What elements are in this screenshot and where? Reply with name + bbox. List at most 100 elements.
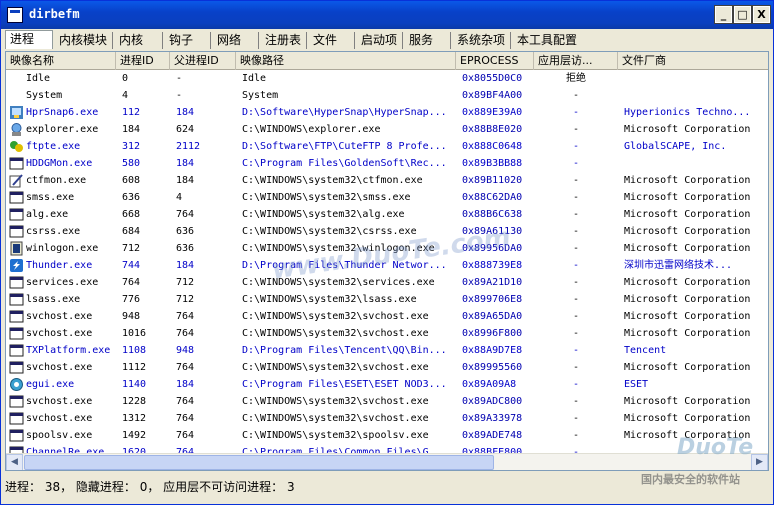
table-row[interactable]: lsass.exe 776 712 C:\WINDOWS\system32\lsass… — [6, 291, 768, 308]
tab-services[interactable]: 服务 — [405, 32, 451, 49]
table-row[interactable]: ctfmon.exe 608 184 C:\WINDOWS\system32\ctfm… — [6, 172, 768, 189]
close-button[interactable]: X — [752, 5, 771, 24]
cell-access: - — [572, 243, 580, 254]
tab-registry[interactable]: 注册表 — [261, 32, 307, 49]
scroll-thumb[interactable] — [24, 455, 494, 470]
table-row[interactable]: alg.exe 668 764 C:\WINDOWS\system32\alg.exe… — [6, 206, 768, 223]
cell-vendor: Microsoft Corporation — [624, 362, 751, 373]
cell-path: C:\Program Files\GoldenSoft\Rec... — [242, 158, 447, 169]
cell-vendor — [622, 70, 768, 87]
none-icon — [9, 88, 24, 103]
cell-access: - — [572, 141, 580, 152]
cell-access: - — [572, 413, 580, 424]
table-row[interactable]: csrss.exe 684 636 C:\WINDOWS\system32\csrss… — [6, 223, 768, 240]
cell-eprocess: 0x89ADC800 — [462, 396, 523, 407]
window-icon — [9, 156, 24, 171]
tab-kernel[interactable]: 内核 — [115, 32, 163, 49]
cell-path: C:\WINDOWS\system32\spoolsv.exe — [242, 430, 429, 441]
table-row[interactable]: svchost.exe 948 764 C:\WINDOWS\system32\svc… — [6, 308, 768, 325]
cell-name: ftpte.exe — [26, 141, 81, 152]
scroll-right-icon[interactable]: ▶ — [751, 454, 768, 470]
table-row[interactable]: TXPlatform.exe 1108 948 D:\Program Files\Te… — [6, 342, 768, 359]
cell-name: egui.exe — [26, 379, 75, 390]
tab-network[interactable]: 网络 — [213, 32, 259, 49]
window-title: dirbefm — [29, 7, 80, 21]
cell-vendor: Microsoft Corporation — [624, 192, 751, 203]
window-icon — [9, 394, 24, 409]
table-row[interactable]: ftpte.exe 312 2112 D:\Software\FTP\CuteFTP … — [6, 138, 768, 155]
cell-path: C:\WINDOWS\system32\lsass.exe — [242, 294, 417, 305]
horizontal-scrollbar[interactable]: ◀ ▶ — [6, 453, 768, 470]
cell-ppid: 624 — [176, 124, 195, 135]
table-row[interactable]: System 4 - System 0x89BF4A00 - — [6, 87, 768, 104]
cell-pid: 744 — [122, 260, 141, 271]
table-row[interactable]: smss.exe 636 4 C:\WINDOWS\system32\smss.exe… — [6, 189, 768, 206]
cell-ppid: 764 — [176, 209, 195, 220]
cell-ppid: 4 — [176, 192, 183, 203]
table-row[interactable]: svchost.exe 1112 764 C:\WINDOWS\system32\sv… — [6, 359, 768, 376]
tab-processes[interactable]: 进程 — [5, 30, 53, 49]
cell-name: HprSnap6.exe — [26, 107, 99, 118]
table-row[interactable]: winlogon.exe 712 636 C:\WINDOWS\system32\wi… — [6, 240, 768, 257]
column-header-ppid[interactable]: 父进程ID — [170, 52, 236, 70]
table-row[interactable]: HprSnap6.exe 112 184 D:\Software\HyperSnap\… — [6, 104, 768, 121]
table-row[interactable]: egui.exe 1140 184 C:\Program Files\ESET\ESE… — [6, 376, 768, 393]
cell-eprocess: 0x899706E8 — [462, 294, 523, 305]
window-icon — [9, 275, 24, 290]
table-row[interactable]: svchost.exe 1312 764 C:\WINDOWS\system32\sv… — [6, 410, 768, 427]
window-icon — [9, 309, 24, 324]
title-bar[interactable]: dirbefm _ □ X — [1, 1, 773, 29]
cell-path: C:\WINDOWS\system32\alg.exe — [242, 209, 405, 220]
column-header-access[interactable]: 应用层访... — [534, 52, 618, 70]
tab-startup[interactable]: 启动项 — [357, 32, 403, 49]
cell-ppid: 636 — [176, 226, 195, 237]
tab-tool-config[interactable]: 本工具配置 — [513, 32, 583, 49]
cell-name: System — [26, 90, 63, 101]
column-header-pid[interactable]: 进程ID — [116, 52, 170, 70]
tab-kernel-modules[interactable]: 内核模块 — [55, 32, 113, 49]
cell-vendor: Hyperionics Techno... — [624, 107, 751, 118]
cell-name: alg.exe — [26, 209, 69, 220]
table-row[interactable]: services.exe 764 712 C:\WINDOWS\system32\se… — [6, 274, 768, 291]
tab-hooks[interactable]: 钩子 — [165, 32, 211, 49]
cuteftp-icon — [9, 139, 24, 154]
tab-system-misc[interactable]: 系统杂项 — [453, 32, 511, 49]
table-row[interactable]: svchost.exe 1016 764 C:\WINDOWS\system32\sv… — [6, 325, 768, 342]
cell-ppid: - — [176, 73, 183, 84]
minimize-button[interactable]: _ — [714, 5, 733, 24]
table-row[interactable]: svchost.exe 1228 764 C:\WINDOWS\system32\sv… — [6, 393, 768, 410]
cell-eprocess: 0x89995560 — [462, 362, 523, 373]
app-icon — [7, 7, 23, 23]
table-header: 映像名称 进程ID 父进程ID 映像路径 EPROCESS 应用层访... 文件… — [6, 52, 768, 70]
cell-name: svchost.exe — [26, 328, 93, 339]
cell-access: - — [572, 277, 580, 288]
column-header-path[interactable]: 映像路径 — [236, 52, 456, 70]
cell-eprocess: 0x889E39A0 — [462, 107, 523, 118]
table-row[interactable]: HDDGMon.exe 580 184 C:\Program Files\Golden… — [6, 155, 768, 172]
cell-path: C:\WINDOWS\system32\winlogon.exe — [242, 243, 435, 254]
cell-ppid: 636 — [176, 243, 195, 254]
tab-files[interactable]: 文件 — [309, 32, 355, 49]
column-header-eprocess[interactable]: EPROCESS — [456, 52, 534, 70]
column-header-name[interactable]: 映像名称 — [6, 52, 116, 70]
cell-access: - — [572, 396, 580, 407]
table-row[interactable]: spoolsv.exe 1492 764 C:\WINDOWS\system32\sp… — [6, 427, 768, 444]
cell-vendor: Microsoft Corporation — [624, 226, 751, 237]
process-table[interactable]: 映像名称 进程ID 父进程ID 映像路径 EPROCESS 应用层访... 文件… — [5, 51, 769, 471]
cell-ppid: 948 — [176, 345, 195, 356]
table-row[interactable]: Thunder.exe 744 184 D:\Program Files\Thunde… — [6, 257, 768, 274]
cell-name: spoolsv.exe — [26, 430, 93, 441]
cell-path: C:\WINDOWS\system32\ctfmon.exe — [242, 175, 423, 186]
cell-ppid: 184 — [176, 158, 195, 169]
table-row[interactable]: Idle 0 - Idle 0x8055D0C0 拒绝 — [6, 70, 768, 87]
maximize-button[interactable]: □ — [733, 5, 752, 24]
cell-eprocess: 0x89A09A8 — [462, 379, 517, 390]
cell-vendor: Microsoft Corporation — [624, 175, 751, 186]
column-header-vendor[interactable]: 文件厂商 — [618, 52, 768, 70]
scroll-left-icon[interactable]: ◀ — [6, 454, 23, 470]
cell-pid: 112 — [122, 107, 141, 118]
cell-eprocess: 0x89B11020 — [462, 175, 523, 186]
cell-pid: 764 — [122, 277, 141, 288]
table-row[interactable]: explorer.exe 184 624 C:\WINDOWS\explorer.ex… — [6, 121, 768, 138]
cell-pid: 668 — [122, 209, 141, 220]
